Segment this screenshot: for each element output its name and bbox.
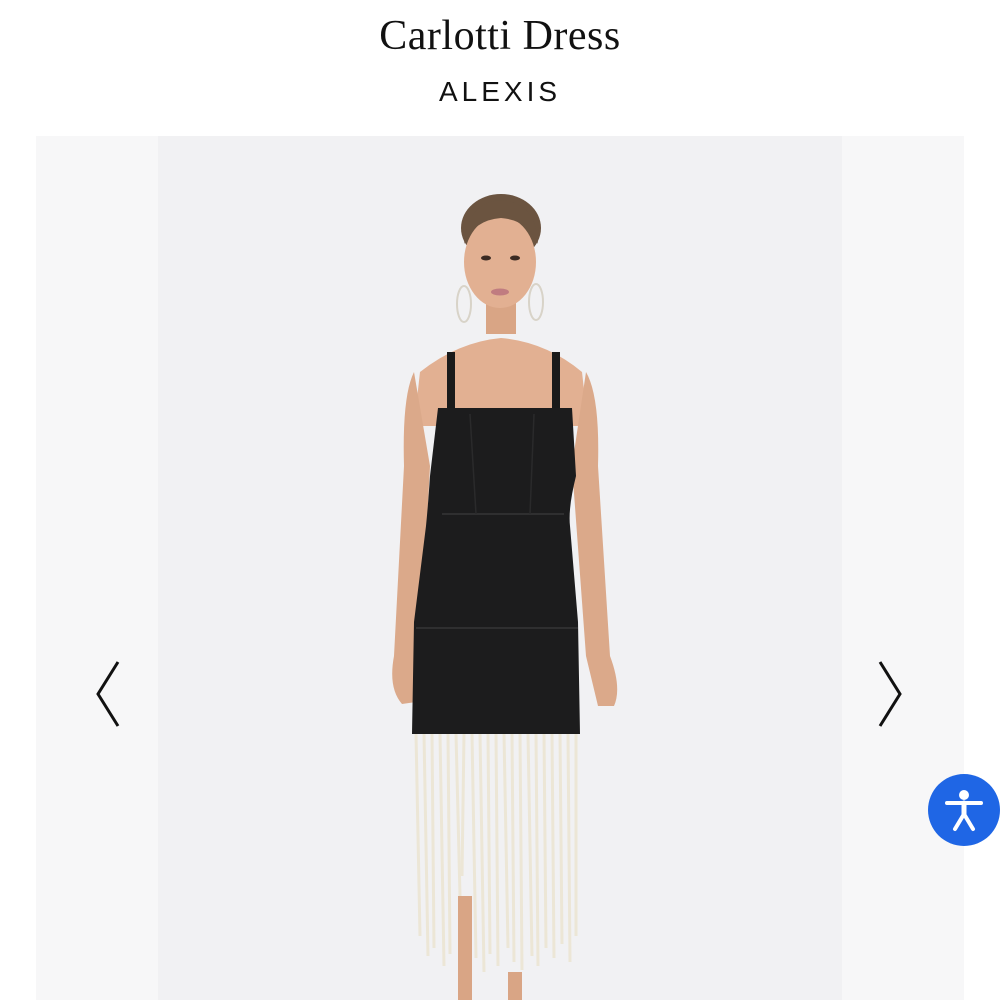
product-title: Carlotti Dress	[379, 13, 621, 59]
gallery-right-panel	[842, 136, 964, 1000]
accessibility-button[interactable]	[928, 774, 1000, 846]
product-page: Carlotti Dress ALEXIS	[0, 0, 1000, 1000]
product-image-gallery	[0, 136, 1000, 1000]
chevron-left-icon	[96, 661, 120, 727]
gallery-left-panel	[36, 136, 158, 1000]
chevron-right-icon	[878, 661, 902, 727]
accessibility-person-icon	[945, 790, 983, 831]
product-header: Carlotti Dress ALEXIS	[0, 0, 1000, 136]
model-photo-illustration	[158, 136, 842, 1000]
previous-image-button[interactable]	[88, 658, 128, 730]
brand-name[interactable]: ALEXIS	[0, 76, 1000, 108]
product-image[interactable]	[158, 136, 842, 1000]
next-image-button[interactable]	[870, 658, 910, 730]
